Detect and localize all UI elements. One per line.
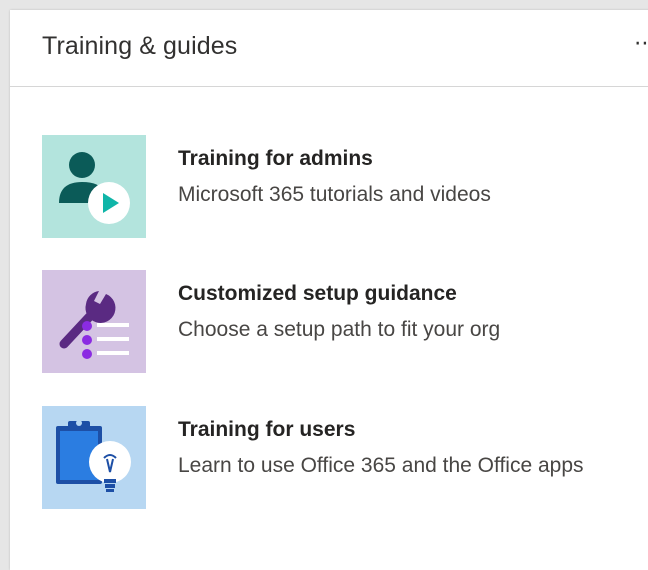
admin-video-icon (42, 135, 146, 238)
item-description: Learn to use Office 365 and the Office a… (178, 454, 584, 477)
card-title: Training & guides (42, 32, 238, 60)
training-for-users-link[interactable]: Training for users Learn to use Office 3… (42, 406, 648, 510)
training-for-admins-link[interactable]: Training for admins Microsoft 365 tutori… (42, 135, 648, 239)
item-title: Customized setup guidance (178, 282, 457, 305)
wrench-list-icon (42, 270, 146, 373)
item-description: Microsoft 365 tutorials and videos (178, 183, 491, 206)
clipboard-lightbulb-icon (42, 406, 146, 509)
more-options-button[interactable]: ⋯ (634, 30, 648, 56)
card-header: Training & guides ⋯ (10, 10, 648, 87)
item-description: Choose a setup path to fit your org (178, 318, 501, 341)
customized-setup-guidance-link[interactable]: Customized setup guidance Choose a setup… (42, 270, 648, 374)
item-title: Training for users (178, 418, 356, 441)
training-guides-card: Training & guides ⋯ Training for admins … (10, 10, 648, 570)
item-title: Training for admins (178, 147, 373, 170)
